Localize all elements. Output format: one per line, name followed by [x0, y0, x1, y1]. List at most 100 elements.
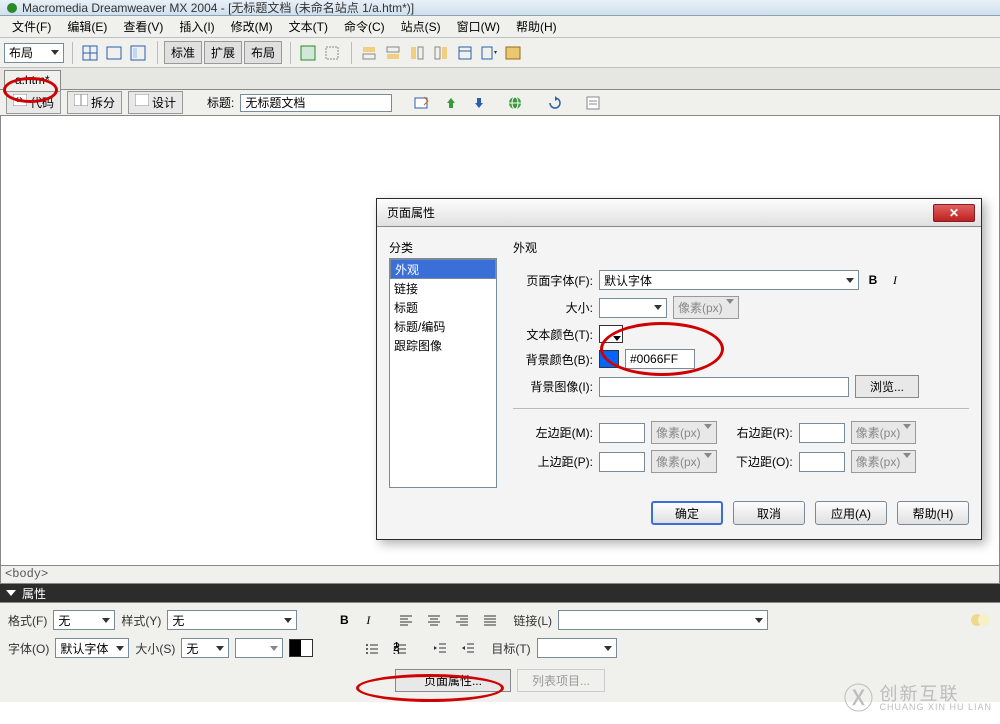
bold-toggle[interactable]: B: [865, 273, 881, 287]
dialog-close-button[interactable]: ✕: [933, 204, 975, 222]
ol-icon[interactable]: 123: [389, 637, 411, 659]
outdent-icon[interactable]: [429, 637, 451, 659]
list-item-button[interactable]: 列表项目...: [517, 669, 605, 692]
mode-expanded[interactable]: 扩展: [204, 41, 242, 64]
separator: [513, 408, 969, 409]
cat-headings[interactable]: 标题: [390, 298, 496, 317]
ul-icon[interactable]: [361, 637, 383, 659]
cat-appearance[interactable]: 外观: [390, 259, 496, 279]
tag-selector[interactable]: <body>: [0, 566, 1000, 584]
view-split-button[interactable]: 拆分: [67, 91, 122, 114]
margin-right-input[interactable]: [799, 423, 845, 443]
font-size-unit[interactable]: 像素(px): [673, 296, 739, 319]
bg-image-label: 背景图像(I):: [513, 378, 593, 395]
text-color-swatch[interactable]: [289, 639, 313, 657]
frames-icon[interactable]: [454, 42, 476, 64]
row-below-icon[interactable]: [382, 42, 404, 64]
view-design-button[interactable]: 设计: [128, 91, 183, 114]
apply-button[interactable]: 应用(A): [815, 501, 887, 525]
browse-button[interactable]: 浏览...: [855, 375, 919, 398]
align-justify-icon[interactable]: [479, 609, 501, 631]
dialog-title: 页面属性: [387, 204, 435, 221]
menu-help[interactable]: 帮助(H): [508, 16, 565, 37]
frames-dd-icon[interactable]: [478, 42, 500, 64]
margin-left-unit[interactable]: 像素(px): [651, 421, 717, 444]
menu-site[interactable]: 站点(S): [393, 16, 449, 37]
validate-icon[interactable]: [412, 92, 434, 114]
menu-text[interactable]: 文本(T): [281, 16, 336, 37]
bg-color-input[interactable]: [625, 349, 695, 369]
tabular-icon[interactable]: [502, 42, 524, 64]
quick-tag-icon[interactable]: [970, 609, 992, 631]
align-left-icon[interactable]: [395, 609, 417, 631]
preview-globe-icon[interactable]: [504, 92, 526, 114]
row-above-icon[interactable]: [358, 42, 380, 64]
menu-window[interactable]: 窗口(W): [449, 16, 508, 37]
margin-top-unit[interactable]: 像素(px): [651, 450, 717, 473]
category-label: 分类: [389, 239, 497, 256]
mode-layout[interactable]: 布局: [244, 41, 282, 64]
doc-tab[interactable]: a.htm*: [4, 70, 61, 91]
help-button[interactable]: 帮助(H): [897, 501, 969, 525]
page-title-input[interactable]: [240, 94, 392, 112]
link-select[interactable]: [558, 610, 768, 630]
ok-button[interactable]: 确定: [651, 501, 723, 525]
page-font-label: 页面字体(F):: [513, 272, 593, 289]
indent-icon[interactable]: [457, 637, 479, 659]
menu-modify[interactable]: 修改(M): [223, 16, 281, 37]
bg-image-input[interactable]: [599, 377, 849, 397]
size-select[interactable]: 无: [181, 638, 229, 658]
margin-bottom-label: 下边距(O):: [723, 453, 793, 470]
menu-insert[interactable]: 插入(I): [171, 16, 222, 37]
cat-links[interactable]: 链接: [390, 279, 496, 298]
category-list[interactable]: 外观 链接 标题 标题/编码 跟踪图像: [389, 258, 497, 488]
cancel-button[interactable]: 取消: [733, 501, 805, 525]
upload-icon[interactable]: [440, 92, 462, 114]
insertbar-category[interactable]: 布局: [4, 43, 64, 63]
format-select[interactable]: 无: [53, 610, 115, 630]
margin-bottom-unit[interactable]: 像素(px): [851, 450, 917, 473]
cat-title-encoding[interactable]: 标题/编码: [390, 317, 496, 336]
properties-title: 属性: [22, 585, 46, 602]
format-label: 格式(F): [8, 612, 47, 629]
page-font-select[interactable]: 默认字体: [599, 270, 859, 290]
menu-commands[interactable]: 命令(C): [336, 16, 393, 37]
menu-edit[interactable]: 编辑(E): [59, 16, 115, 37]
view-code-button[interactable]: ‹›代码: [6, 91, 61, 114]
menu-view[interactable]: 查看(V): [115, 16, 171, 37]
layout-table-icon[interactable]: [297, 42, 319, 64]
layout-icon[interactable]: [127, 42, 149, 64]
margin-right-unit[interactable]: 像素(px): [851, 421, 917, 444]
align-center-icon[interactable]: [423, 609, 445, 631]
refresh-icon[interactable]: [544, 92, 566, 114]
margin-bottom-input[interactable]: [799, 452, 845, 472]
insert-toolbar: 布局 标准 扩展 布局: [0, 38, 1000, 68]
page-properties-button[interactable]: 页面属性...: [395, 669, 511, 692]
text-color-swatch-dlg[interactable]: [599, 325, 623, 343]
view-options-icon[interactable]: [582, 92, 604, 114]
menu-file[interactable]: 文件(F): [4, 16, 59, 37]
bold-button[interactable]: B: [335, 613, 353, 627]
cat-tracing-image[interactable]: 跟踪图像: [390, 336, 496, 355]
italic-toggle[interactable]: I: [887, 273, 903, 288]
font-size-select[interactable]: [599, 298, 667, 318]
margin-top-input[interactable]: [599, 452, 645, 472]
layout-cell-icon[interactable]: [321, 42, 343, 64]
col-right-icon[interactable]: [430, 42, 452, 64]
div-icon[interactable]: [103, 42, 125, 64]
bg-color-swatch[interactable]: [599, 350, 619, 368]
col-left-icon[interactable]: [406, 42, 428, 64]
sync-icon[interactable]: [468, 92, 490, 114]
target-select[interactable]: [537, 638, 617, 658]
italic-button[interactable]: I: [359, 613, 377, 628]
mode-standard[interactable]: 标准: [164, 41, 202, 64]
style-select[interactable]: 无: [167, 610, 297, 630]
align-right-icon[interactable]: [451, 609, 473, 631]
table-icon[interactable]: [79, 42, 101, 64]
margin-left-input[interactable]: [599, 423, 645, 443]
font-select[interactable]: 默认字体: [55, 638, 129, 658]
properties-header[interactable]: 属性: [0, 584, 1000, 602]
size-unit-select[interactable]: [235, 638, 283, 658]
dialog-titlebar[interactable]: 页面属性 ✕: [377, 199, 981, 227]
properties-panel: 格式(F) 无 样式(Y) 无 B I 链接(L) 字体(O) 默认字体 大小(…: [0, 602, 1000, 702]
